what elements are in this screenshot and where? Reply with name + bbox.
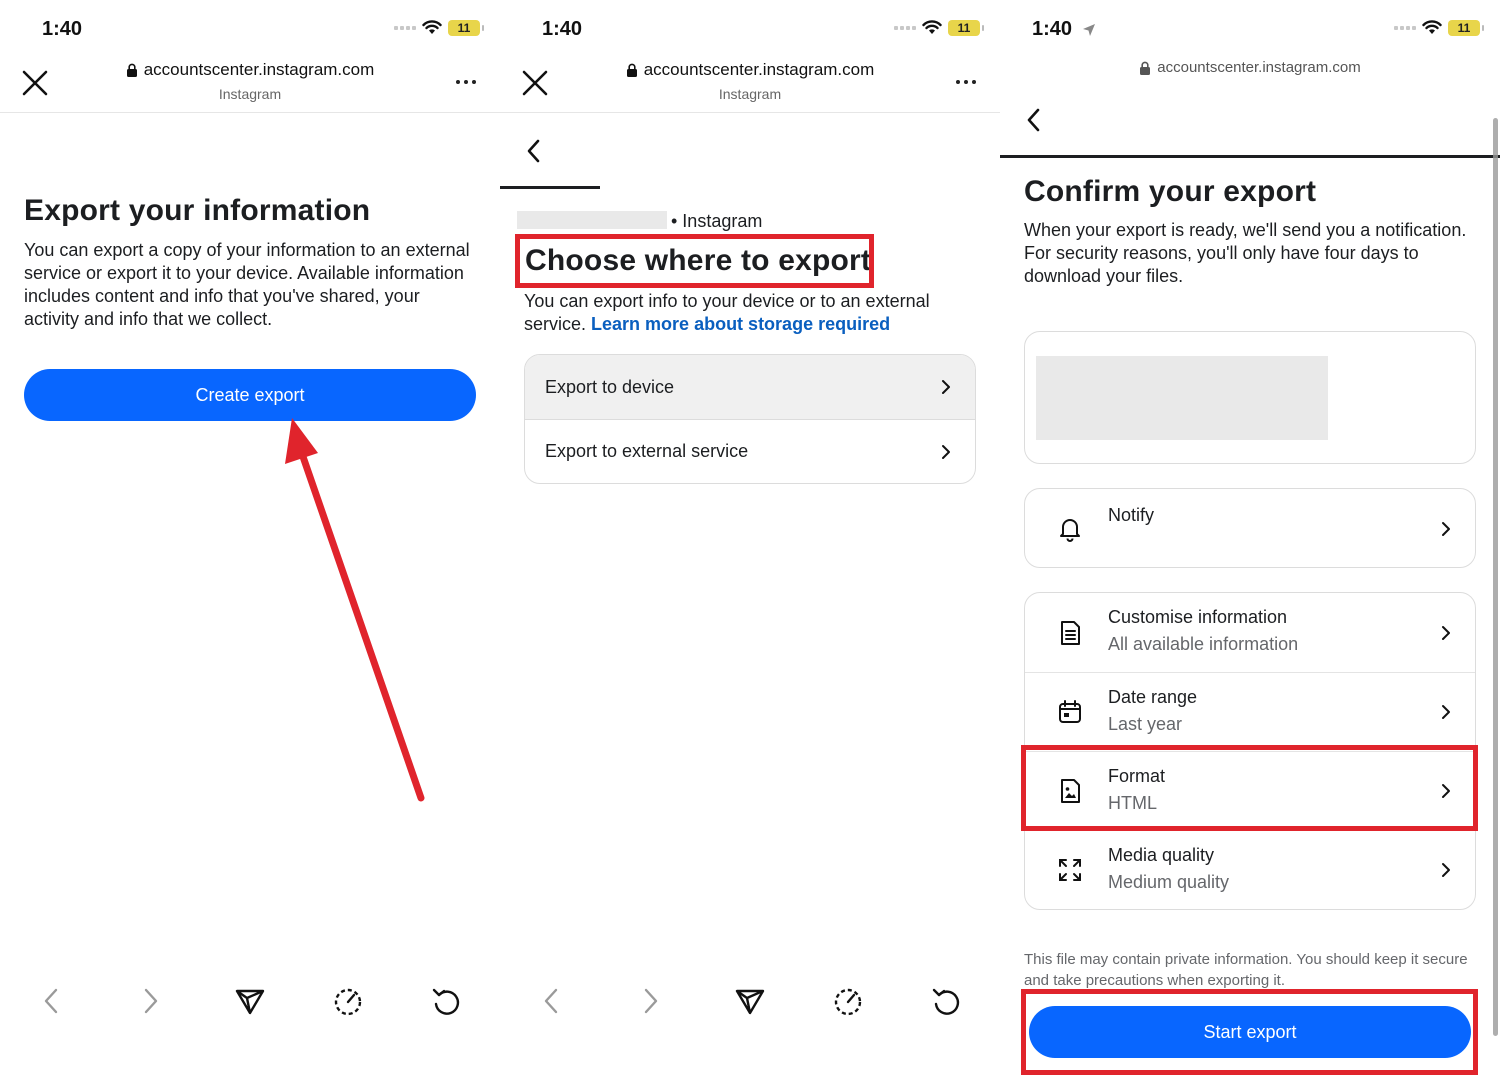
storage-link[interactable]: Learn more about storage required [591,314,890,334]
back-icon[interactable] [1024,106,1044,134]
setting-value: Medium quality [1108,872,1230,892]
panel-confirm-export: 1:40 11 accountscenter.instagram.com Con… [1000,0,1500,1083]
notify-label: Notify [1108,505,1155,525]
url-block: accountscenter.instagram.com [1000,59,1500,80]
url-text: accountscenter.instagram.com [1157,59,1361,76]
setting-value: All available information [1108,634,1299,654]
chevron-right-icon [942,444,950,459]
chevron-right-icon [1442,522,1450,536]
reload-icon[interactable] [931,986,963,1016]
option-label: Export to device [545,376,675,397]
status-icons: 11 [894,20,984,36]
signal-icon [1394,26,1416,30]
highlight-title [515,234,874,288]
export-to-device-option[interactable]: Export to device [525,355,975,419]
setting-row-date-range[interactable]: Date range Last year [1025,672,1475,751]
battery-icon: 11 [948,20,984,36]
privacy-disclaimer: This file may contain private informatio… [1024,951,1468,989]
document-list-icon [1061,620,1080,645]
forward-icon[interactable] [640,986,662,1016]
export-to-external-option[interactable]: Export to external service [525,419,975,483]
highlight-start-export [1021,989,1478,1075]
signal-icon [894,26,916,30]
more-icon[interactable] [956,80,976,84]
browser-toolbar [500,980,1000,1024]
lock-icon [626,63,637,77]
chevron-right-icon [1442,625,1450,640]
chevron-right-icon [1442,705,1450,719]
url-block: accountscenter.instagram.com Instagram [500,60,1000,102]
status-icons: 11 [1394,20,1484,36]
setting-row-media-quality[interactable]: Media quality Medium quality [1025,830,1475,909]
page-description: When your export is ready, we'll send yo… [1024,220,1467,286]
account-label: • Instagram [671,211,763,231]
scrollbar[interactable] [1493,118,1498,1036]
setting-row-customise[interactable]: Customise information All available info… [1025,593,1475,672]
location-arrow-icon [1082,23,1095,36]
page-title: Confirm your export [1024,175,1317,208]
annotation-arrow [285,418,425,802]
status-time: 1:40 [1032,18,1096,41]
setting-title: Customise information [1108,607,1288,627]
export-options: Export to device Export to external serv… [524,354,976,484]
panel-choose-export: 1:40 11 accountscenter.instagram.com Ins… [500,0,1000,1083]
setting-title: Date range [1108,687,1198,707]
wifi-icon [1422,20,1442,34]
url-text: accountscenter.instagram.com [643,60,875,79]
account-card [1024,331,1476,464]
lock-icon [1140,61,1151,75]
back-icon[interactable] [540,986,562,1016]
send-icon[interactable] [734,986,766,1016]
back-icon[interactable] [524,137,544,165]
panel-export-information: 1:40 11 accountscenter.instagram.com Ins… [0,0,500,1083]
setting-value: Last year [1108,714,1183,734]
redacted-account-preview [1036,356,1328,440]
site-name: Instagram [718,86,782,102]
nav-underline [500,186,600,189]
calendar-icon [1059,700,1081,723]
battery-icon: 11 [1448,20,1484,36]
setting-title: Media quality [1108,845,1215,865]
page-description: You can export info to your device or to… [524,290,979,336]
notify-row[interactable]: Notify [1025,489,1475,567]
header-divider [500,112,1000,113]
wifi-icon [922,20,942,34]
bell-icon [1060,519,1080,542]
expand-icon [1059,859,1081,881]
chevron-right-icon [1442,863,1450,877]
status-time: 1:40 [542,18,583,40]
speed-icon[interactable] [832,986,864,1016]
highlight-format [1021,745,1478,831]
redacted-username [517,211,667,229]
nav-underline [1000,155,1500,158]
notify-card[interactable]: Notify [1024,488,1476,568]
status-time-text: 1:40 [1032,18,1073,40]
option-label: Export to external service [545,441,749,461]
chevron-right-icon [942,380,950,394]
